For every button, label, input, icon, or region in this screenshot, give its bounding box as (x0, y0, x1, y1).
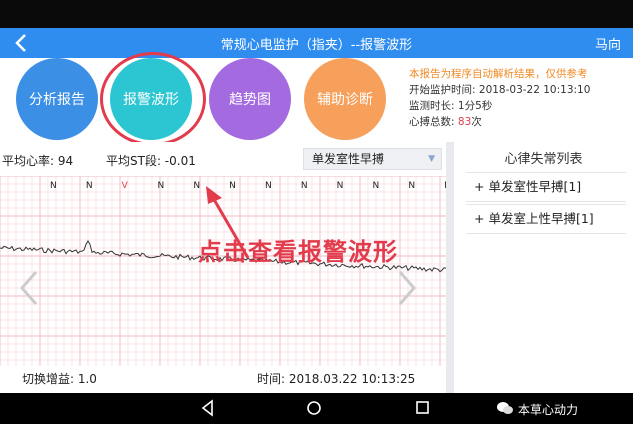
user-name[interactable]: 马向 (595, 34, 621, 53)
start-time-label: 开始监护时间: (409, 84, 476, 96)
report-note: 本报告为程序自动解析结果，仅供参考 (409, 68, 588, 80)
start-time-value: 2018-03-22 10:13:10 (478, 84, 591, 96)
beats-unit: 次 (471, 116, 482, 128)
beat-marker: N (50, 181, 57, 191)
ecg-chart: NNVNNNNNNNNN (0, 176, 446, 366)
selected-type: 单发室性早搏 (312, 152, 385, 166)
waveform-header: 平均心率: 94 平均ST段: -0.01 单发室性早搏 ▼ (0, 142, 446, 176)
arrhythmia-list-title: 心律失常列表 (504, 152, 583, 167)
dropdown-caret-icon: ▼ (428, 154, 435, 164)
duration-value: 1分5秒 (457, 100, 493, 112)
start-time-row: 开始监护时间: 2018-03-22 10:13:10 (409, 82, 590, 98)
annotation-text: 点击查看报警波形 (198, 238, 398, 266)
report-info: 本报告为程序自动解析结果，仅供参考 开始监护时间: 2018-03-22 10:… (409, 66, 590, 130)
nav-recent-icon[interactable] (414, 399, 430, 417)
beat-marker: N (265, 181, 272, 191)
waveform-area: 平均心率: 94 平均ST段: -0.01 单发室性早搏 ▼ N N V N N N N N N… (0, 142, 446, 393)
beat-marker: N (301, 181, 308, 191)
beats-row: 心搏总数: 83次 (409, 114, 590, 130)
analysis-report-button[interactable]: 分析报告 (16, 58, 98, 140)
beat-marker: V (122, 181, 129, 191)
beat-marker: N (158, 181, 165, 191)
duration-row: 监测时长: 1分5秒 (409, 98, 590, 114)
highlight-circle (100, 52, 206, 146)
function-panel: 分析报告 报警波形 趋势图 辅助诊断 本报告为程序自动解析结果，仅供参考 开始监… (0, 52, 633, 146)
ecg-grid (0, 176, 446, 366)
beat-marker: N (373, 181, 380, 191)
assisted-diagnosis-button[interactable]: 辅助诊断 (304, 58, 386, 140)
waveform-time: 时间: 2018.03.22 10:13:25 (257, 372, 416, 386)
duration-label: 监测时长: (409, 100, 455, 112)
beat-marker: N (408, 181, 415, 191)
beat-marker: N (86, 181, 93, 191)
beats-value: 83 (457, 116, 472, 128)
beat-marker: N (229, 181, 236, 191)
arrhythmia-item-supraventricular[interactable]: + 单发室上性早搏[1] (466, 204, 626, 234)
arrhythmia-item-ventricular[interactable]: + 单发室性早搏[1] (466, 172, 626, 202)
wechat-icon (497, 402, 513, 414)
system-nav-bar: 本草心动力 (0, 393, 633, 424)
beat-marker: N (337, 181, 344, 191)
nav-back-icon[interactable] (200, 399, 216, 417)
arrhythmia-list-panel: 心律失常列表 + 单发室性早搏[1] + 单发室上性早搏[1] (446, 142, 633, 393)
gain-toggle[interactable]: 切换增益: 1.0 (22, 370, 97, 387)
page-title: 常规心电监护（指夹）--报警波形 (220, 38, 413, 53)
watermark-text: 本草心动力 (518, 403, 579, 417)
nav-home-icon[interactable] (306, 399, 322, 417)
arrhythmia-type-select[interactable]: 单发室性早搏 ▼ (303, 148, 442, 170)
title-bar: 常规心电监护（指夹）--报警波形 马向 (0, 28, 633, 58)
beat-marker: N (193, 181, 200, 191)
average-st-segment: 平均ST段: -0.01 (106, 154, 196, 168)
average-heart-rate: 平均心率: 94 (2, 154, 74, 168)
beats-label: 心搏总数: (409, 116, 455, 128)
trend-chart-button[interactable]: 趋势图 (209, 58, 291, 140)
pointer-arrowhead-icon (206, 186, 222, 204)
status-bar (0, 0, 633, 28)
